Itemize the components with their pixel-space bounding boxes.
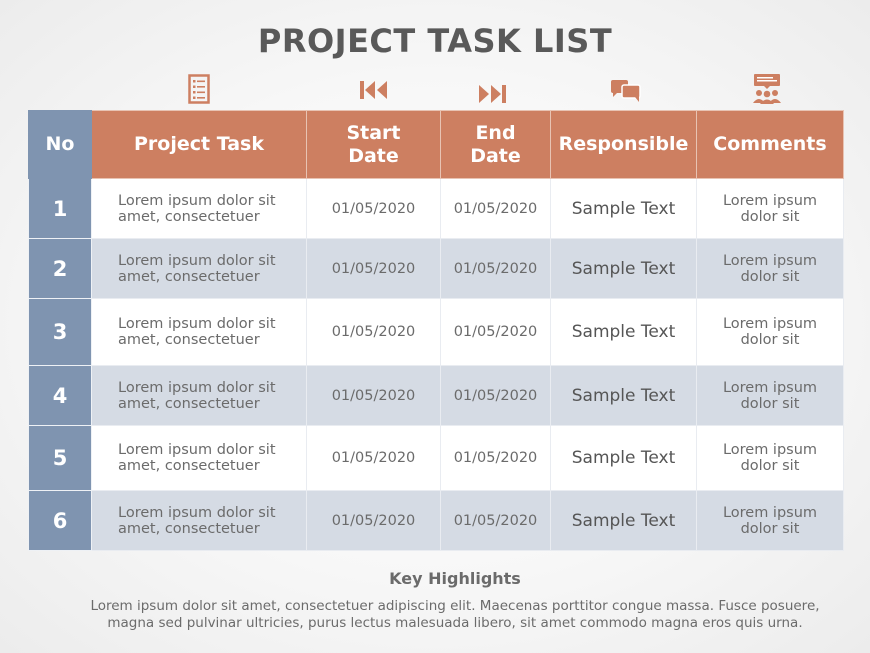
comments-cell: Lorem ipsum dolor sit xyxy=(696,365,844,426)
key-highlights-title: Key Highlights xyxy=(389,569,521,588)
project-task-cell: Lorem ipsum dolor sit amet, consectetuer xyxy=(91,298,307,366)
comments-cell: Lorem ipsum dolor sit xyxy=(696,490,844,551)
meeting-group-icon xyxy=(752,73,782,105)
end-date-cell: 01/05/2020 xyxy=(440,425,551,491)
project-task-cell: Lorem ipsum dolor sit amet, consectetuer xyxy=(91,365,307,426)
responsible-cell: Sample Text xyxy=(550,298,697,366)
row-number: 5 xyxy=(28,425,92,491)
key-highlights-body: Lorem ipsum dolor sit amet, consectetuer… xyxy=(30,598,870,632)
start-date-cell: 01/05/2020 xyxy=(306,238,441,299)
header-responsible: Responsible xyxy=(550,110,697,179)
header-end-line2: Date xyxy=(470,144,521,167)
skip-forward-icon xyxy=(478,84,508,104)
row-number: 3 xyxy=(28,298,92,366)
task-line1: Lorem ipsum dolor sit xyxy=(118,442,276,458)
comment-line2: dolor sit xyxy=(740,520,800,537)
end-date-cell: 01/05/2020 xyxy=(440,178,551,239)
checklist-icon xyxy=(188,74,210,104)
task-line2: amet, consectetuer xyxy=(118,458,260,474)
comment-line2: dolor sit xyxy=(740,395,800,412)
row-number: 2 xyxy=(28,238,92,299)
table-row: 1 Lorem ipsum dolor sit amet, consectetuer… xyxy=(28,178,844,239)
comment-line1: Lorem ipsum xyxy=(722,379,818,396)
start-date-cell: 01/05/2020 xyxy=(306,490,441,551)
task-line1: Lorem ipsum dolor sit xyxy=(118,504,276,521)
header-start-line2: Date xyxy=(348,144,399,167)
responsible-cell: Sample Text xyxy=(550,238,697,299)
comment-line2: dolor sit xyxy=(740,268,800,285)
comment-line1: Lorem ipsum xyxy=(722,316,818,332)
header-no: No xyxy=(28,110,92,179)
row-number: 1 xyxy=(28,178,92,239)
start-date-cell: 01/05/2020 xyxy=(306,365,441,426)
comment-line1: Lorem ipsum xyxy=(722,442,818,458)
table-row: 5 Lorem ipsum dolor sit amet, consectetuer… xyxy=(28,425,844,491)
comments-cell: Lorem ipsum dolor sit xyxy=(696,178,844,239)
header-project-task: Project Task xyxy=(91,110,307,179)
header-start-line1: Start xyxy=(346,121,401,144)
task-line2: amet, consectetuer xyxy=(118,395,260,412)
responsible-cell: Sample Text xyxy=(550,365,697,426)
project-task-table: No Project Task Start Date End Date Respon… xyxy=(28,110,844,551)
project-task-cell: Lorem ipsum dolor sit amet, consectetuer xyxy=(91,178,307,239)
comment-line2: dolor sit xyxy=(740,332,800,348)
end-date-cell: 01/05/2020 xyxy=(440,238,551,299)
table-row: 3 Lorem ipsum dolor sit amet, consectetuer… xyxy=(28,298,844,366)
comment-line2: dolor sit xyxy=(740,458,800,474)
comment-line1: Lorem ipsum xyxy=(722,504,818,521)
row-number: 6 xyxy=(28,490,92,551)
header-end-date: End Date xyxy=(440,110,551,179)
task-line1: Lorem ipsum dolor sit xyxy=(118,379,276,396)
skip-back-icon xyxy=(359,80,389,100)
key-highlights-line1: Lorem ipsum dolor sit amet, consectetuer… xyxy=(90,598,820,614)
table-row: 6 Lorem ipsum dolor sit amet, consectetuer… xyxy=(28,490,844,551)
end-date-cell: 01/05/2020 xyxy=(440,365,551,426)
task-line1: Lorem ipsum dolor sit xyxy=(118,252,276,269)
project-task-cell: Lorem ipsum dolor sit amet, consectetuer xyxy=(91,425,307,491)
comments-cell: Lorem ipsum dolor sit xyxy=(696,298,844,366)
table-header-row: No Project Task Start Date End Date Respon… xyxy=(28,110,844,179)
key-highlights-line2: magna sed pulvinar ultricies, purus lect… xyxy=(107,615,803,631)
task-line2: amet, consectetuer xyxy=(118,332,260,348)
task-line1: Lorem ipsum dolor sit xyxy=(118,316,276,332)
task-line2: amet, consectetuer xyxy=(118,520,260,537)
header-start-date: Start Date xyxy=(306,110,441,179)
chat-bubbles-icon xyxy=(610,79,642,105)
row-number: 4 xyxy=(28,365,92,426)
header-end-line1: End xyxy=(475,121,516,144)
task-line1: Lorem ipsum dolor sit xyxy=(118,192,276,209)
task-line2: amet, consectetuer xyxy=(118,268,260,285)
project-task-cell: Lorem ipsum dolor sit amet, consectetuer xyxy=(91,490,307,551)
page-title: PROJECT TASK LIST xyxy=(257,22,613,60)
comments-cell: Lorem ipsum dolor sit xyxy=(696,238,844,299)
table-row: 2 Lorem ipsum dolor sit amet, consectetuer… xyxy=(28,238,844,299)
comment-line2: dolor sit xyxy=(740,208,800,225)
comments-cell: Lorem ipsum dolor sit xyxy=(696,425,844,491)
comment-line1: Lorem ipsum xyxy=(722,192,818,209)
end-date-cell: 01/05/2020 xyxy=(440,490,551,551)
project-task-cell: Lorem ipsum dolor sit amet, consectetuer xyxy=(91,238,307,299)
responsible-cell: Sample Text xyxy=(550,425,697,491)
task-line2: amet, consectetuer xyxy=(118,208,260,225)
end-date-cell: 01/05/2020 xyxy=(440,298,551,366)
start-date-cell: 01/05/2020 xyxy=(306,178,441,239)
comment-line1: Lorem ipsum xyxy=(722,252,818,269)
responsible-cell: Sample Text xyxy=(550,490,697,551)
table-row: 4 Lorem ipsum dolor sit amet, consectetuer… xyxy=(28,365,844,426)
responsible-cell: Sample Text xyxy=(550,178,697,239)
header-comments: Comments xyxy=(696,110,844,179)
start-date-cell: 01/05/2020 xyxy=(306,425,441,491)
start-date-cell: 01/05/2020 xyxy=(306,298,441,366)
